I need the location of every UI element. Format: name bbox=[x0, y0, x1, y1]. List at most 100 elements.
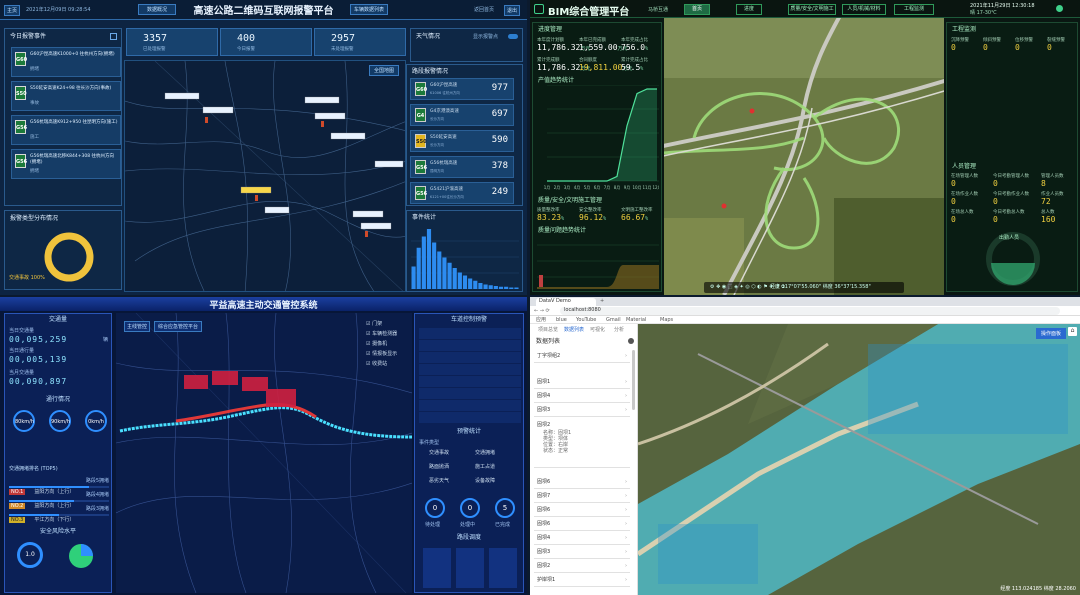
road-row[interactable]: S50 S50延安高速 长沙方向 590 bbox=[410, 130, 514, 152]
map-area[interactable]: 主线管控 综合应急管控平台 ☑ 门架 ☑ 车辆检测器 ☑ 摄像机 ☑ 情报板显示… bbox=[116, 313, 412, 593]
page-title: 高速公路二维码互联网报警平台 bbox=[193, 6, 334, 17]
event-item[interactable]: G60 G60沪昆高速K1000+0 往杭州方向(拥堵) 拥堵 bbox=[11, 47, 121, 77]
home-icon[interactable]: ⌂ bbox=[1068, 327, 1077, 336]
tab-strip: DataV Demo + bbox=[530, 297, 1080, 306]
dispatch-grid[interactable] bbox=[423, 548, 517, 588]
tab-resources[interactable]: 人员/机械/材料 bbox=[842, 4, 886, 15]
count-done[interactable]: 5 bbox=[495, 498, 515, 518]
histogram-bar bbox=[416, 247, 421, 289]
safety-pie bbox=[69, 544, 93, 568]
right-panel: 车道控制预警 预警统计 事件类型 交通事故 交通拥堵 路面抛洒 施工占道 恶劣天… bbox=[414, 313, 524, 593]
event-item[interactable]: S50 S50延安高速K24+98 往长沙方向(事故) 事故 bbox=[11, 81, 121, 111]
road-row[interactable]: G56 G56杭瑞高速 昆明方向 378 bbox=[410, 156, 514, 178]
rank-row[interactable]: NO.2 益阳方向（上行） 路段4拥堵 bbox=[9, 492, 109, 509]
nav-arrows-icon[interactable]: ← → ⟳ bbox=[534, 308, 550, 314]
tab-quality[interactable]: 质量/安全/文明施工 bbox=[788, 4, 836, 15]
map-layer-button[interactable]: 全国地图 bbox=[369, 65, 399, 76]
mainline-button[interactable]: 主线管控 bbox=[124, 321, 150, 332]
x-tick-label: 4月 bbox=[574, 185, 581, 190]
tab-progress[interactable]: 进度 bbox=[736, 4, 762, 15]
list-item[interactable]: 固坝6 › bbox=[534, 518, 630, 531]
gauge-label: 出勤人员 bbox=[999, 235, 1020, 241]
digit-counter: 00,095,259 bbox=[9, 335, 68, 344]
digit-counter: 00,005,139 bbox=[9, 355, 68, 364]
expand-icon[interactable] bbox=[110, 33, 117, 40]
user-icon[interactable] bbox=[1056, 5, 1063, 12]
list-item[interactable]: 固坝1 › bbox=[534, 376, 630, 389]
lane-table bbox=[419, 328, 521, 424]
new-tab-button[interactable]: + bbox=[600, 298, 604, 304]
rank-row[interactable]: NO.3 平江方向（下行） 路段3拥堵 bbox=[9, 506, 109, 523]
x-tick-label: 3月 bbox=[564, 185, 571, 190]
tab-vehicle-list[interactable]: 车辆数据列表 bbox=[350, 4, 388, 15]
histogram-bar bbox=[514, 287, 519, 289]
close-icon[interactable] bbox=[628, 338, 634, 344]
list-item[interactable]: 丁字坝组2 › bbox=[534, 350, 630, 363]
list-item[interactable]: 固坝3 › bbox=[534, 404, 630, 417]
alarm-distribution-panel: 报警类型分布情况 交通事故 100% bbox=[4, 210, 122, 290]
weather-toggle-label: 显示报警点 bbox=[473, 34, 499, 40]
histogram-bar bbox=[509, 287, 514, 289]
control-panel-button[interactable]: 操作面板 bbox=[1036, 328, 1066, 339]
map-area[interactable]: 全国地图 bbox=[124, 60, 406, 292]
list-item[interactable]: 固坝6 › bbox=[534, 504, 630, 517]
list-item[interactable]: 固坝6 › bbox=[534, 476, 630, 489]
digit-counter: 00,090,897 bbox=[9, 377, 68, 386]
warning-title: 预警统计 bbox=[456, 428, 481, 435]
road-row[interactable]: G4 G4京港澳高速 长沙方向 697 bbox=[410, 104, 514, 126]
histogram-bar bbox=[457, 272, 462, 289]
road-map bbox=[125, 61, 405, 291]
list-item[interactable]: 固坝3 › bbox=[534, 546, 630, 559]
road-row[interactable]: G56 G5421沪渝高速 K121+00往长沙方向 249 bbox=[410, 182, 514, 204]
alarm-platform-pane: 主页 2021年12月09日 09:28:54 数据概况 高速公路二维码互联网报… bbox=[0, 0, 527, 295]
list-item[interactable]: 固坝2 › bbox=[534, 560, 630, 573]
safety-title: 安全风险水平 bbox=[39, 528, 76, 535]
distribution-title: 报警类型分布情况 bbox=[10, 215, 59, 222]
event-item[interactable]: G56 G56杭瑞高速北移K844+308 往杭州方向(拥堵) 拥堵 bbox=[11, 149, 121, 179]
satellite-map[interactable]: 操作面板 ⌂ 经度 113.024185 纬度 28.2060 bbox=[638, 324, 1080, 595]
list-item[interactable]: 固坝7 › bbox=[534, 490, 630, 503]
list-item[interactable]: 固坝4 › bbox=[534, 532, 630, 545]
count-pending[interactable]: 0 bbox=[425, 498, 445, 518]
histogram-bar bbox=[432, 242, 437, 289]
x-tick-label: 8月 bbox=[614, 185, 621, 190]
histogram-bar bbox=[468, 278, 473, 289]
quality-title: 质量/安全/文明施工管理 bbox=[538, 197, 603, 204]
aerial-view[interactable]: ⚙ ✥ ◉ ⬚ ◈ ✦ ◎ ⬡ ◐ ⚑ ✈ ↺ ⬭ bbox=[664, 18, 944, 295]
dispatch-title: 路段调度 bbox=[456, 534, 481, 541]
interchange-aerial bbox=[664, 18, 944, 295]
coordinate-readout: 经度 113.024185 纬度 28.2060 bbox=[1000, 586, 1076, 592]
address-bar: ← → ⟳ localhost:8080 bbox=[530, 306, 1080, 316]
event-item[interactable]: G56 G56杭瑞高速K912+950 往昆明方向(施工) 施工 bbox=[11, 115, 121, 145]
x-tick-label: 2月 bbox=[554, 185, 561, 190]
stat-unhandled: 2957 未处理报警 bbox=[314, 28, 406, 56]
tab-home[interactable]: 首页 bbox=[684, 4, 710, 15]
emergency-button[interactable]: 综合应急管控平台 bbox=[154, 321, 202, 332]
back-link[interactable]: 返回首页 bbox=[474, 7, 494, 13]
header: 平益高速主动交通管控系统 bbox=[0, 297, 527, 311]
lane-title: 车道控制预警 bbox=[450, 316, 487, 323]
histogram-bar bbox=[473, 280, 478, 289]
browser-tab[interactable]: DataV Demo bbox=[536, 298, 596, 306]
left-panel: 进度管理 本年度计划额 本年已完成额 本年完成占比 11,786.32万元 1,… bbox=[532, 22, 662, 292]
header: 主页 2021年12月09日 09:28:54 数据概况 高速公路二维码互联网报… bbox=[0, 0, 527, 20]
weather-toggle[interactable] bbox=[508, 34, 518, 39]
weather-title: 天气情况 bbox=[416, 33, 441, 40]
road-row[interactable]: G60 G60沪昆高速 K1006 往杭州方向 977 bbox=[410, 78, 514, 100]
url-input[interactable]: localhost:8080 bbox=[560, 307, 1060, 315]
rank-row[interactable]: NO.1 益阳方向（上行） 路段5拥堵 bbox=[9, 478, 109, 495]
tab-monitoring[interactable]: 工程监测 bbox=[894, 4, 934, 15]
histogram-title: 事件统计 bbox=[412, 214, 437, 221]
list-item[interactable]: 固坝4 › bbox=[534, 390, 630, 403]
logout-button[interactable]: 退出 bbox=[504, 5, 520, 16]
x-tick-label: 6月 bbox=[594, 185, 601, 190]
safety-gauge: 1.0 bbox=[17, 542, 43, 568]
speed-gauge: 90km/h bbox=[49, 410, 71, 432]
count-processing[interactable]: 0 bbox=[460, 498, 480, 518]
list-item-expanded[interactable]: 固坝2 名称：固坝1 类型：坝体 位置：右岸 状态：正常 bbox=[534, 420, 630, 468]
org-name: 马桥互通 bbox=[648, 7, 669, 13]
kpi-value: 83.23% bbox=[537, 213, 565, 222]
list-item[interactable]: 护岸坝1 › bbox=[534, 574, 630, 587]
scrollbar[interactable] bbox=[632, 350, 635, 410]
bookmarks-bar: 应用 blue YouTube Gmail Material Maps bbox=[530, 316, 1080, 324]
